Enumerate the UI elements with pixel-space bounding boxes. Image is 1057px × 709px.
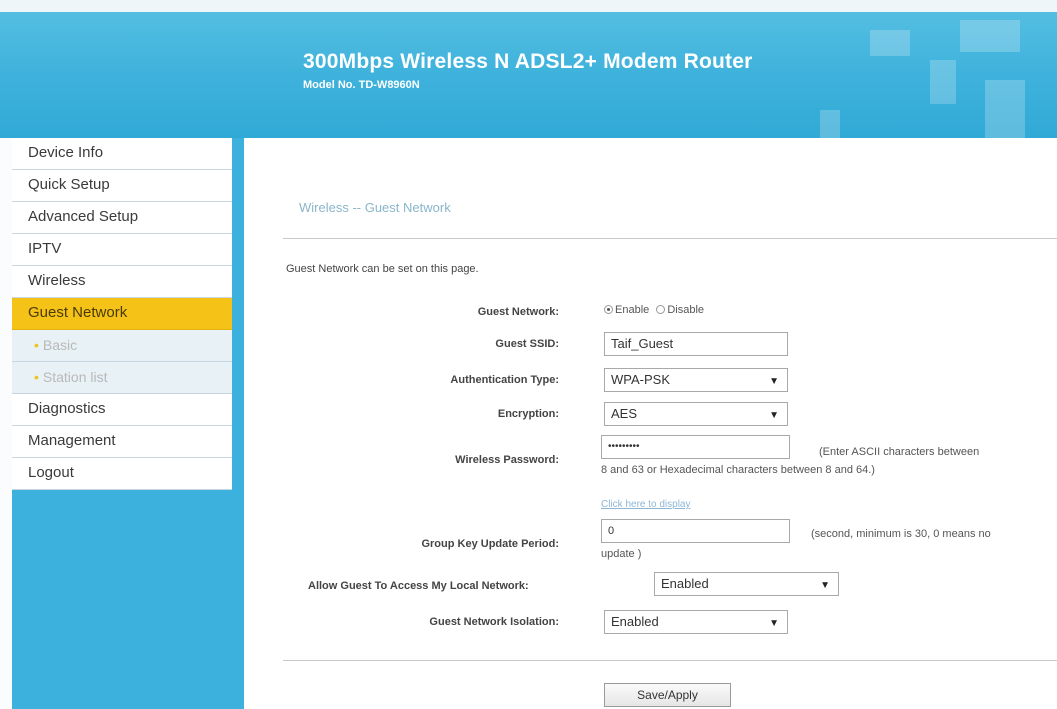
guest-network-label: Guest Network: xyxy=(477,306,559,318)
sidebar-item-label: Wireless xyxy=(28,272,86,289)
sidebar-item-label: Basic xyxy=(42,337,78,353)
main-content: Wireless -- Guest Network Guest Network … xyxy=(244,138,1057,709)
auth-type-value: WPA-PSK xyxy=(611,372,670,387)
sidebar-subitem-basic[interactable]: • Basic xyxy=(12,330,232,362)
header-top-strip xyxy=(0,0,1057,12)
sidebar-item-diagnostics[interactable]: Diagnostics xyxy=(12,394,232,426)
sidebar-item-label: Guest Network xyxy=(28,304,128,321)
sidebar-item-label: Diagnostics xyxy=(28,400,106,417)
password-hint-line1: (Enter ASCII characters between xyxy=(819,446,980,458)
divider-top xyxy=(283,238,1057,239)
save-apply-button[interactable]: Save/Apply xyxy=(604,683,731,707)
isolation-select[interactable]: Enabled ▼ xyxy=(604,610,788,634)
sidebar-menu: Device Info Quick Setup Advanced Setup I… xyxy=(12,138,232,490)
group-key-hint-line1: (second, minimum is 30, 0 means no xyxy=(811,528,991,540)
auth-type-label: Authentication Type: xyxy=(450,374,559,386)
guest-network-radio-group: Enable Disable xyxy=(604,304,704,316)
wireless-password-label: Wireless Password: xyxy=(455,454,559,466)
sidebar-item-quick-setup[interactable]: Quick Setup xyxy=(12,170,232,202)
sidebar-item-guest-network[interactable]: Guest Network xyxy=(12,298,232,330)
sidebar-item-label: Device Info xyxy=(28,144,104,161)
bullet-icon: • xyxy=(34,369,39,385)
sidebar-item-label: Logout xyxy=(28,464,74,481)
sidebar-item-wireless[interactable]: Wireless xyxy=(12,266,232,298)
isolation-value: Enabled xyxy=(611,614,659,629)
sidebar-item-label: Advanced Setup xyxy=(28,208,139,225)
group-key-label: Group Key Update Period: xyxy=(421,538,559,550)
dropdown-arrow-icon: ▼ xyxy=(820,580,830,591)
encryption-value: AES xyxy=(611,406,638,421)
sidebar-item-advanced-setup[interactable]: Advanced Setup xyxy=(12,202,232,234)
password-hint-line2: 8 and 63 or Hexadecimal characters betwe… xyxy=(601,464,875,476)
wireless-password-input[interactable]: ••••••••• xyxy=(601,435,790,459)
bullet-icon: • xyxy=(34,337,39,353)
disable-radio[interactable] xyxy=(656,305,666,314)
dropdown-arrow-icon: ▼ xyxy=(769,376,779,387)
sidebar-item-label: Management xyxy=(28,432,116,449)
sidebar-item-label: Quick Setup xyxy=(28,176,110,193)
encryption-label: Encryption: xyxy=(497,408,559,420)
page-description: Guest Network can be set on this page. xyxy=(286,263,479,275)
disable-radio-label[interactable]: Disable xyxy=(667,304,704,316)
sidebar-item-iptv[interactable]: IPTV xyxy=(12,234,232,266)
local-access-select[interactable]: Enabled ▼ xyxy=(654,572,839,596)
enable-radio-label[interactable]: Enable xyxy=(615,304,649,316)
group-key-input[interactable]: 0 xyxy=(601,519,790,543)
dropdown-arrow-icon: ▼ xyxy=(769,618,779,629)
group-key-hint-line2: update ) xyxy=(601,548,642,560)
guest-ssid-input[interactable]: Taif_Guest xyxy=(604,332,788,356)
dropdown-arrow-icon: ▼ xyxy=(769,410,779,421)
enable-radio[interactable] xyxy=(604,305,613,314)
header-decoration xyxy=(960,20,1020,52)
sidebar-item-label: IPTV xyxy=(28,240,62,257)
router-title: 300Mbps Wireless N ADSL2+ Modem Router xyxy=(303,50,753,73)
sidebar-item-label: Station list xyxy=(42,369,108,385)
sidebar-item-management[interactable]: Management xyxy=(12,426,232,458)
auth-type-select[interactable]: WPA-PSK ▼ xyxy=(604,368,788,392)
header-decoration xyxy=(985,80,1025,138)
guest-ssid-label: Guest SSID: xyxy=(495,338,559,350)
header-banner: 300Mbps Wireless N ADSL2+ Modem Router M… xyxy=(0,0,1057,138)
header-decoration xyxy=(930,60,956,104)
divider-bottom xyxy=(283,660,1057,661)
encryption-select[interactable]: AES ▼ xyxy=(604,402,788,426)
header-decoration xyxy=(870,30,910,56)
display-password-link[interactable]: Click here to display xyxy=(601,499,690,510)
sidebar-item-device-info[interactable]: Device Info xyxy=(12,138,232,170)
sidebar-left-strip xyxy=(0,138,12,709)
local-access-value: Enabled xyxy=(661,576,709,591)
sidebar: Device Info Quick Setup Advanced Setup I… xyxy=(0,138,244,709)
model-number: Model No. TD-W8960N xyxy=(303,79,420,91)
header-decoration xyxy=(820,110,840,138)
isolation-label: Guest Network Isolation: xyxy=(429,616,559,628)
sidebar-item-logout[interactable]: Logout xyxy=(12,458,232,490)
sidebar-subitem-station-list[interactable]: • Station list xyxy=(12,362,232,394)
local-access-label: Allow Guest To Access My Local Network: xyxy=(308,580,529,592)
page-title: Wireless -- Guest Network xyxy=(299,200,451,215)
